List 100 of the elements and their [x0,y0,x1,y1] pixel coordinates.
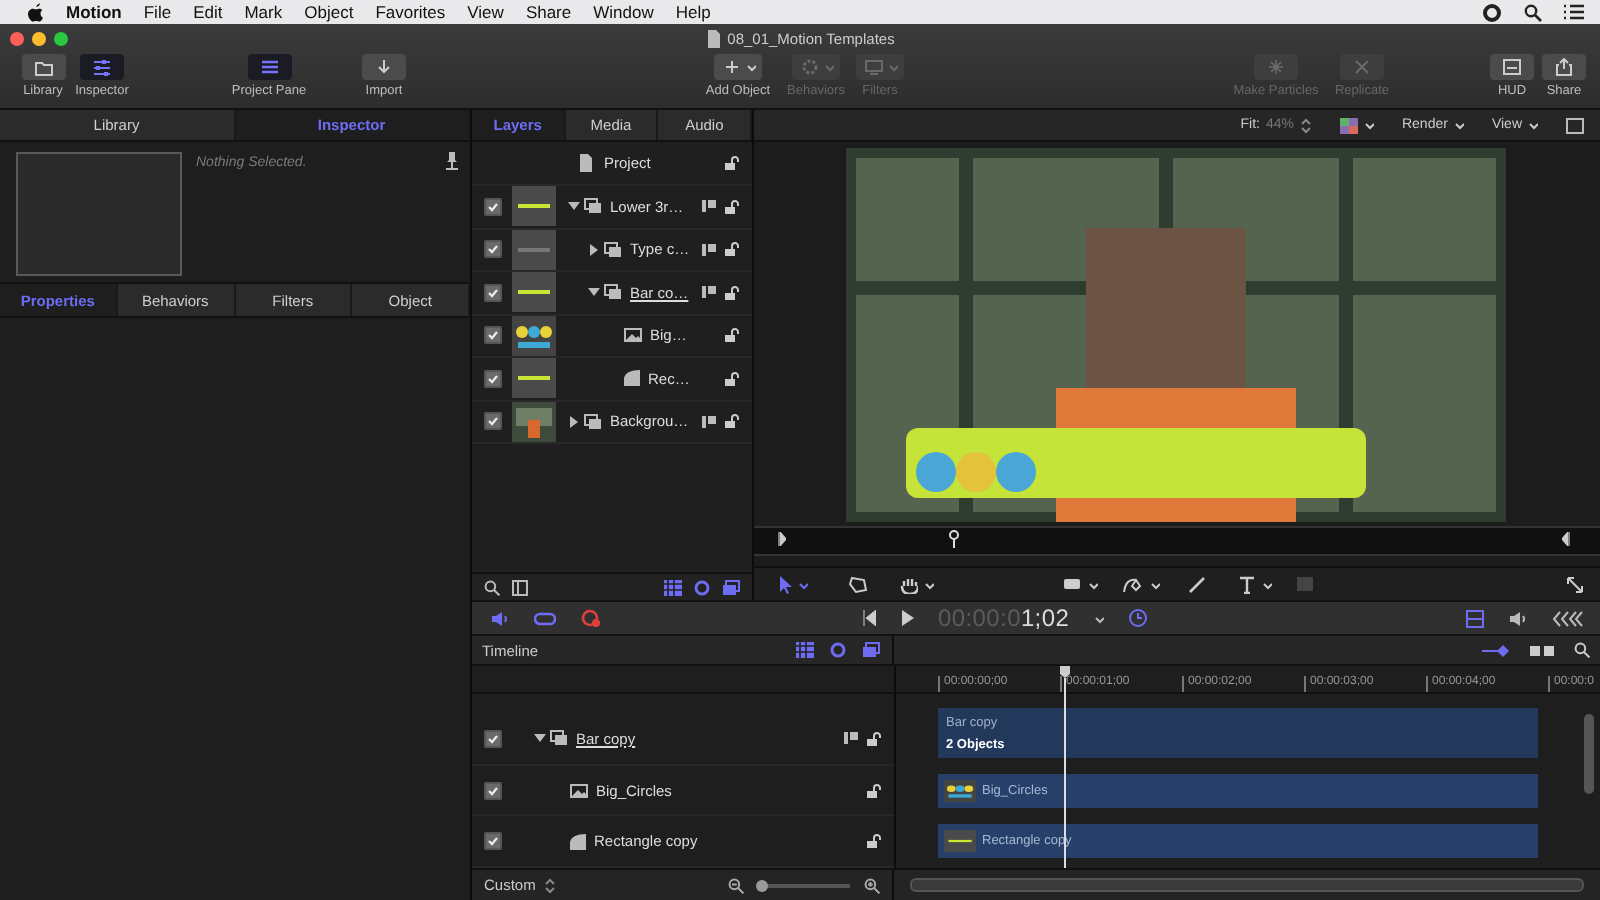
checker-icon[interactable] [796,642,814,658]
cross-icon [1350,58,1374,76]
lock-icon[interactable] [724,242,740,257]
play-icon[interactable] [900,610,914,626]
ring-icon[interactable] [1482,3,1502,21]
brush-icon[interactable] [1188,575,1206,593]
mask-icon[interactable] [702,284,718,301]
volume-icon[interactable] [1508,609,1528,627]
text-tool-icon[interactable] [1238,575,1256,593]
checkbox[interactable] [484,412,502,431]
library-button[interactable] [21,54,65,80]
layout-icon[interactable] [1466,609,1484,627]
lock-icon[interactable] [724,414,740,429]
scrollbar[interactable] [1584,714,1594,794]
speaker-icon[interactable] [490,609,510,627]
layer-thumbnail [512,315,556,356]
keyframes-icon[interactable] [1552,609,1584,627]
hand-icon[interactable] [900,575,918,593]
menu-item[interactable]: Window [593,2,654,22]
lock-icon[interactable] [724,285,740,300]
hud-button[interactable] [1490,54,1534,80]
lock-icon[interactable] [866,783,882,797]
disclosure-triangle[interactable] [588,286,600,299]
slider-thumb[interactable] [756,879,769,891]
checkbox[interactable] [484,369,502,388]
monitor-icon [862,58,886,76]
menu-item[interactable]: Edit [193,2,223,22]
skip-to-start-icon[interactable] [862,610,876,626]
layers-icon[interactable] [722,579,740,595]
disclosure-triangle[interactable] [588,243,600,256]
menu-item[interactable]: Object [304,2,354,22]
lock-icon[interactable] [866,834,882,849]
disclosure-triangle[interactable] [534,732,546,745]
checkbox[interactable] [484,326,502,345]
checkbox[interactable] [484,832,502,851]
shape-tool-icon[interactable] [848,575,868,593]
add-button[interactable] [714,54,762,80]
import-button[interactable] [362,54,406,80]
caret-icon [798,579,808,589]
checkbox[interactable] [484,781,502,799]
pin-icon[interactable] [446,152,458,170]
in-marker[interactable] [778,532,786,546]
search-icon[interactable] [1524,3,1542,21]
share-button[interactable] [1542,54,1586,80]
mask-icon[interactable] [702,241,718,258]
pen-tool-icon[interactable] [1122,575,1144,593]
caret-icon[interactable] [1093,613,1104,623]
lock-icon[interactable] [866,731,882,746]
record-icon[interactable] [580,608,602,628]
square-icon[interactable] [1566,117,1584,133]
lock-icon[interactable] [724,199,740,214]
lock-icon[interactable] [724,156,740,170]
zoom-button[interactable] [54,31,68,45]
stepper-icon[interactable] [543,877,556,893]
circle-icon[interactable] [694,579,710,595]
zoom-in-icon[interactable] [864,877,880,893]
mask-icon[interactable] [702,198,718,215]
checkbox[interactable] [484,197,502,216]
menu-item[interactable]: Mark [244,2,283,22]
pointer-icon[interactable] [778,575,792,593]
pane-button[interactable] [247,54,291,80]
minimize-button[interactable] [32,31,46,45]
zoom-out-icon[interactable] [728,877,744,893]
checkbox[interactable] [484,729,502,748]
panel-icon[interactable] [512,579,528,595]
stack-icon [604,284,622,301]
menu-item[interactable]: Help [675,2,711,22]
menu-item[interactable]: File [143,2,172,22]
mask-icon[interactable] [844,730,860,747]
app-menu[interactable]: Motion [66,2,122,22]
search-icon[interactable] [484,579,500,595]
color-swatch-icon[interactable] [1339,117,1358,133]
rectangle-tool-icon[interactable] [1062,576,1082,592]
menu-icon[interactable] [1564,4,1584,20]
menu-item[interactable]: Share [525,2,572,22]
split-icon[interactable] [1530,643,1554,657]
menu-item[interactable]: View [467,2,504,22]
out-marker[interactable] [1562,532,1570,546]
playhead[interactable] [948,530,961,548]
expand-icon[interactable] [1566,575,1584,593]
circle-icon[interactable] [830,642,846,658]
clock-icon[interactable] [1127,608,1148,628]
checkbox[interactable] [484,283,502,302]
disclosure-triangle[interactable] [568,200,580,213]
disclosure-triangle[interactable] [568,415,580,428]
menu-item[interactable]: Favorites [375,2,446,22]
scrollbar[interactable] [910,878,1584,892]
mask-icon[interactable] [702,413,718,430]
inspector-button[interactable] [80,54,124,80]
checkbox[interactable] [484,240,502,259]
keyframe-icon[interactable] [1482,643,1510,657]
loop-icon[interactable] [534,609,556,627]
document-icon [705,29,722,47]
close-button[interactable] [10,31,24,45]
checker-icon[interactable] [664,579,682,595]
lock-icon[interactable] [724,371,740,386]
zoom-icon[interactable] [1574,642,1590,658]
stepper-icon[interactable] [1299,117,1312,133]
lock-icon[interactable] [724,328,740,343]
layers-icon[interactable] [862,642,880,658]
